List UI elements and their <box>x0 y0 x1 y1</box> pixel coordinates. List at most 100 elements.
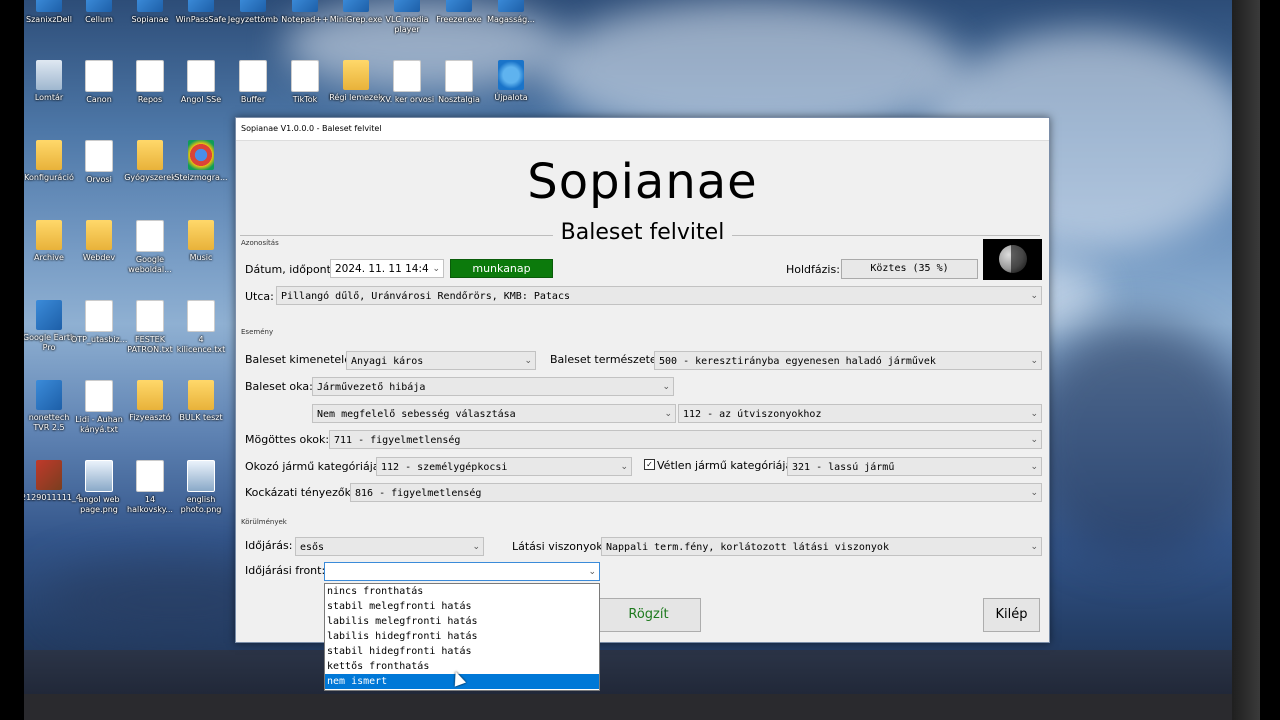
desktop-icon[interactable]: nonettech TVR 2.5 <box>24 380 77 433</box>
app-icon <box>394 0 420 12</box>
front-option[interactable]: stabil hidegfronti hatás <box>325 644 599 659</box>
desktop-icon[interactable]: Sopianae <box>122 0 178 25</box>
form-subtitle-text: Baleset felvitel <box>552 220 733 245</box>
desktop-icon[interactable]: angol web page.png <box>71 460 127 515</box>
ok-sub1-select[interactable]: Nem megfelelő sebesség választása ⌄ <box>312 404 676 423</box>
folder-icon <box>36 220 62 250</box>
front-option[interactable]: nincs fronthatás <box>325 584 599 599</box>
desktop-icon[interactable]: FESTEK PATRON.txt <box>122 300 178 355</box>
form-subtitle: Baleset felvitel <box>236 218 1049 248</box>
desktop-icon[interactable]: Magasság... <box>483 0 539 25</box>
desktop-icon[interactable]: XV. ker orvosi <box>379 60 435 105</box>
kimenetel-select[interactable]: Anyagi káros ⌄ <box>346 351 536 370</box>
desktop-icon-label: Repos <box>137 95 163 104</box>
vetlen-checkbox[interactable]: ✓ <box>644 459 655 470</box>
desktop-icon[interactable]: VLC media player <box>379 0 435 35</box>
desktop-icon-label: Google weboldal... <box>128 255 172 274</box>
desktop-icon[interactable]: WinPassSafe <box>173 0 229 25</box>
vetlen-select[interactable]: 321 - lassú jármű ⌄ <box>787 457 1042 476</box>
desktop-icon-label: 4 kilicence.txt <box>176 335 226 354</box>
desktop-icon[interactable]: TikTok <box>277 60 333 105</box>
desktop-icon[interactable]: Webdev <box>71 220 127 263</box>
chevron-down-icon: ⌄ <box>1030 409 1038 419</box>
app-icon <box>36 300 62 330</box>
desktop-icon[interactable]: Nosztalgia <box>431 60 487 105</box>
desktop-icon[interactable]: Lidi - Auhan kányá.txt <box>71 380 127 435</box>
app-icon <box>498 0 524 12</box>
desktop-icon-label: OTP_utasbiz... <box>71 335 128 344</box>
desktop-icon[interactable]: BULK teszt <box>173 380 229 423</box>
front-option[interactable]: labilis melegfronti hatás <box>325 614 599 629</box>
termeszet-select[interactable]: 500 - keresztirányba egyenesen haladó já… <box>654 351 1042 370</box>
kockazati-select[interactable]: 816 - figyelmetlenség ⌄ <box>350 483 1042 502</box>
front-label: Időjárási front: <box>245 564 326 577</box>
doc-icon <box>291 60 319 92</box>
screen-icon <box>187 460 215 492</box>
desktop-icon[interactable]: OTP_utasbiz... <box>71 300 127 345</box>
desktop-icon[interactable]: 14 halkovsky... <box>122 460 178 515</box>
desktop-icon[interactable]: Music <box>173 220 229 263</box>
desktop-icon[interactable]: english photo.png <box>173 460 229 515</box>
app-icon <box>188 0 214 12</box>
desktop-icon[interactable]: Buffer <box>225 60 281 105</box>
desktop-icon[interactable]: Konfiguráció <box>24 140 77 183</box>
desktop-icon[interactable]: Repos <box>122 60 178 105</box>
utca-label: Utca: <box>245 290 274 303</box>
munkanap-indicator: munkanap <box>450 259 553 278</box>
desktop-icon[interactable]: Fizyeasztó <box>122 380 178 423</box>
desktop-icon-label: Music <box>189 253 213 262</box>
front-option[interactable]: labilis hidegfronti hatás <box>325 629 599 644</box>
app-icon <box>343 0 369 12</box>
desktop-icon[interactable]: Notepad++ <box>277 0 333 25</box>
okozo-label: Okozó jármű kategóriája: <box>245 460 384 473</box>
desktop-icon-label: TikTok <box>292 95 318 104</box>
ok-select[interactable]: Járművezető hibája ⌄ <box>312 377 674 396</box>
idojaras-select[interactable]: esős ⌄ <box>295 537 484 556</box>
front-option[interactable]: stabil melegfronti hatás <box>325 599 599 614</box>
app-icon <box>36 380 62 410</box>
chevron-down-icon: ⌄ <box>432 264 440 274</box>
desktop-icon-label: Magasság... <box>487 15 535 24</box>
desktop-icon[interactable]: MiniGrep.exe <box>328 0 384 25</box>
front-select[interactable]: ⌄ <box>324 562 600 581</box>
desktop-icon[interactable]: Lomtár <box>24 60 77 103</box>
desktop-icon[interactable]: Archive <box>24 220 77 263</box>
utca-select[interactable]: Pillangó dűlő, Uránvárosi Rendőrörs, KMB… <box>276 286 1042 305</box>
doc-icon <box>85 60 113 92</box>
desktop-icon-label: Konfiguráció <box>24 173 74 182</box>
desktop-icon[interactable]: SzanixzDell <box>24 0 77 25</box>
chevron-down-icon: ⌄ <box>588 567 596 577</box>
okozo-select[interactable]: 112 - személygépkocsi ⌄ <box>376 457 632 476</box>
desktop-icon[interactable]: Freezer.exe <box>431 0 487 25</box>
screen-icon <box>85 460 113 492</box>
desktop-icon-label: Jegyzettömb <box>227 15 279 24</box>
desktop-icon[interactable]: Canon <box>71 60 127 105</box>
desktop-icon-label: nonettech TVR 2.5 <box>28 413 70 432</box>
ok-sub2-select[interactable]: 112 - az útviszonyokhoz ⌄ <box>678 404 1042 423</box>
desktop-icon[interactable]: Újpalota <box>483 60 539 103</box>
folder-icon <box>188 220 214 250</box>
kilep-button[interactable]: Kilép <box>983 598 1040 632</box>
desktop-icon[interactable]: 4 kilicence.txt <box>173 300 229 355</box>
desktop-icon[interactable]: Angol SSe <box>173 60 229 105</box>
kimenetel-value: Anyagi káros <box>351 356 424 367</box>
desktop-icon[interactable]: Google Earth Pro <box>24 300 77 353</box>
desktop-icon[interactable]: Régi lemezek <box>328 60 384 103</box>
datum-picker[interactable]: 2024. 11. 11 14:4 ⌄ <box>330 259 444 278</box>
rogzit-button[interactable]: Rögzít <box>596 598 701 632</box>
folder-icon <box>36 140 62 170</box>
desktop-icon[interactable]: 2129011111_4... <box>24 460 89 503</box>
desktop-icon[interactable]: Orvosi <box>71 140 127 185</box>
desktop-icon[interactable]: Google weboldal... <box>122 220 178 275</box>
desktop-icon[interactable]: Gyógyszerek <box>122 140 178 183</box>
doc-icon <box>85 300 113 332</box>
desktop-icon[interactable]: Steizmogra... <box>173 140 229 183</box>
desktop-icon-label: Angol SSe <box>180 95 222 104</box>
idojaras-label: Időjárás: <box>245 539 293 552</box>
chevron-down-icon: ⌄ <box>1030 488 1038 498</box>
chevron-down-icon: ⌄ <box>1030 356 1038 366</box>
desktop-icon[interactable]: Cellum <box>71 0 127 25</box>
mogottes-select[interactable]: 711 - figyelmetlenség ⌄ <box>329 430 1042 449</box>
desktop-icon[interactable]: Jegyzettömb <box>225 0 281 25</box>
latasi-select[interactable]: Nappali term.fény, korlátozott látási vi… <box>601 537 1042 556</box>
